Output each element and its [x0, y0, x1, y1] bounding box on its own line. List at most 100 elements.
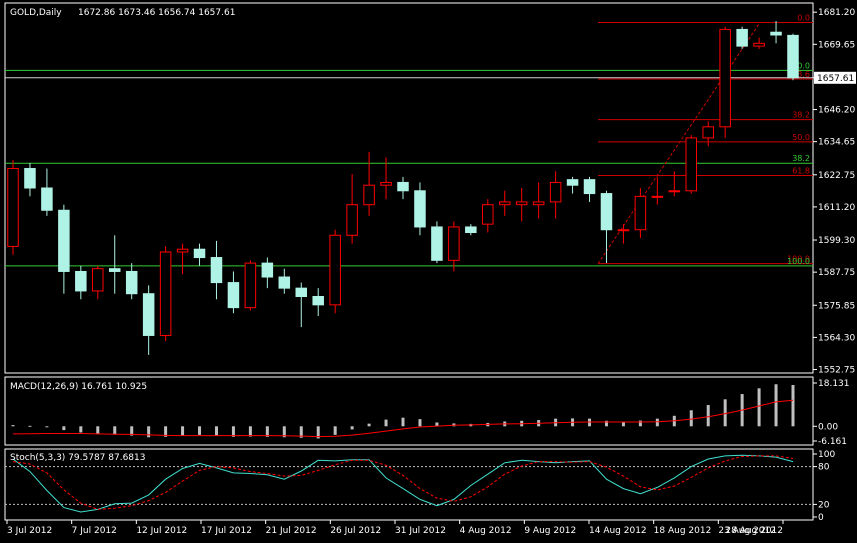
candle-body — [7, 168, 19, 247]
price-tick-label: 1564.30 — [818, 333, 855, 343]
green-level-label: 100.0 — [787, 257, 810, 266]
x-tick-label: 4 Aug 2012 — [460, 526, 512, 536]
macd-histogram-bar — [401, 417, 405, 427]
candle-body — [465, 226, 477, 234]
candle — [244, 260, 257, 311]
candle-body — [92, 268, 104, 292]
macd-histogram-bar — [333, 426, 337, 435]
candle-body — [380, 181, 392, 186]
macd-histogram-bar — [181, 426, 185, 436]
current-price-label: 1657.61 — [817, 74, 854, 84]
stoch-tick-label: 20 — [818, 500, 830, 510]
macd-histogram-bar — [689, 410, 693, 427]
candle-body — [58, 209, 70, 272]
candle-body — [719, 28, 731, 128]
candle-body — [583, 179, 596, 195]
x-tick-label: 17 Jul 2012 — [201, 526, 252, 536]
candle — [329, 229, 341, 314]
price-tick-label: 1611.20 — [818, 203, 855, 213]
candle-body — [498, 201, 511, 206]
macd-tick-label: 18.131 — [818, 379, 850, 389]
chart-svg: 0.023.638.250.061.8100.050.038.2100.0 18… — [0, 0, 857, 539]
price-tick-label: 1599.30 — [818, 236, 855, 246]
candle-body — [482, 204, 494, 225]
macd-histogram-bar — [706, 405, 710, 427]
macd-histogram-bar — [774, 384, 778, 427]
macd-histogram-bar — [384, 419, 388, 427]
stoch-tick-label: 0 — [818, 513, 824, 523]
candle-body — [142, 293, 155, 336]
candle — [719, 26, 731, 138]
candle-body — [736, 28, 748, 47]
x-tick-label: 3 Jul 2012 — [7, 526, 52, 536]
macd-title: MACD(12,26,9) 16.761 10.925 — [10, 382, 147, 392]
ohlc-readout: 1672.86 1673.46 1656.74 1657.61 — [78, 8, 235, 18]
candle-body — [363, 184, 375, 206]
macd-tick-label: 0.00 — [818, 422, 838, 432]
candle-body — [685, 137, 698, 192]
fib-level-label: 0.0 — [797, 13, 810, 22]
macd-histogram-bar — [96, 426, 100, 435]
candle-body — [532, 201, 545, 206]
x-tick-label: 28 Aug 2012 — [725, 526, 783, 536]
candle-body — [549, 181, 562, 203]
macd-histogram-bar — [113, 426, 117, 435]
candle — [787, 33, 799, 81]
macd-histogram-bar — [147, 426, 151, 438]
x-tick-label: 14 Aug 2012 — [589, 526, 647, 536]
candle-body — [515, 201, 528, 206]
candle-body — [770, 31, 782, 36]
price-tick-label: 1622.75 — [818, 171, 855, 181]
chart-window: 0.0 23.6 38.2 50.0 61.8 100.0 50.0 38.2 100.0 18… — [0, 0, 857, 539]
candle-body — [414, 190, 426, 228]
macd-histogram-bar — [214, 426, 218, 436]
candle-body — [159, 251, 172, 336]
x-tick-label: 18 Aug 2012 — [654, 526, 712, 536]
macd-histogram-bar — [367, 423, 371, 427]
candle — [685, 135, 698, 194]
candle — [159, 246, 172, 342]
macd-histogram-bar — [45, 426, 49, 428]
candle — [7, 160, 19, 255]
candle-body — [108, 268, 121, 272]
candle-body — [634, 195, 647, 231]
x-tick-label: 21 Jul 2012 — [266, 526, 317, 536]
fib-level-label: 61.8 — [792, 166, 810, 175]
symbol-title: GOLD,Daily — [10, 8, 62, 18]
macd-histogram-bar — [418, 419, 422, 427]
candle-body — [125, 270, 138, 295]
macd-histogram-bar — [11, 425, 15, 427]
stoch-tick-label: 80 — [818, 463, 830, 473]
macd-histogram-bar — [79, 426, 83, 433]
price-tick-label: 1587.75 — [818, 268, 855, 278]
candle-body — [278, 276, 291, 289]
macd-histogram-bar — [28, 425, 32, 427]
price-tick-label: 1669.65 — [818, 40, 855, 50]
fib-level-label: 50.0 — [792, 133, 810, 142]
candle-body — [668, 190, 681, 193]
candle-body — [600, 193, 613, 231]
candle-body — [75, 270, 87, 292]
candle-body — [312, 295, 324, 306]
price-tick-label: 1646.20 — [818, 106, 855, 116]
macd-histogram-bar — [655, 418, 659, 427]
candle-body — [346, 204, 358, 236]
x-tick-label: 26 Jul 2012 — [330, 526, 381, 536]
x-tick-label: 31 Jul 2012 — [395, 526, 446, 536]
green-level-label: 38.2 — [792, 154, 810, 163]
macd-histogram-bar — [757, 388, 761, 427]
candle-body — [193, 248, 206, 259]
candle-body — [24, 168, 36, 189]
stoch-tick-label: 100 — [818, 450, 835, 460]
fib-level-label: 38.2 — [792, 111, 810, 120]
macd-histogram-bar — [791, 384, 795, 427]
candle-body — [702, 126, 714, 139]
candle-body — [431, 226, 443, 261]
price-tick-label: 1552.75 — [818, 366, 855, 376]
candle-body — [261, 262, 274, 278]
candle-body — [753, 42, 765, 47]
candle-body — [448, 226, 460, 261]
stoch-title: Stoch(5,3,3) 79.5787 87.6813 — [10, 453, 145, 463]
candle-body — [566, 179, 579, 186]
candle-body — [176, 248, 189, 253]
